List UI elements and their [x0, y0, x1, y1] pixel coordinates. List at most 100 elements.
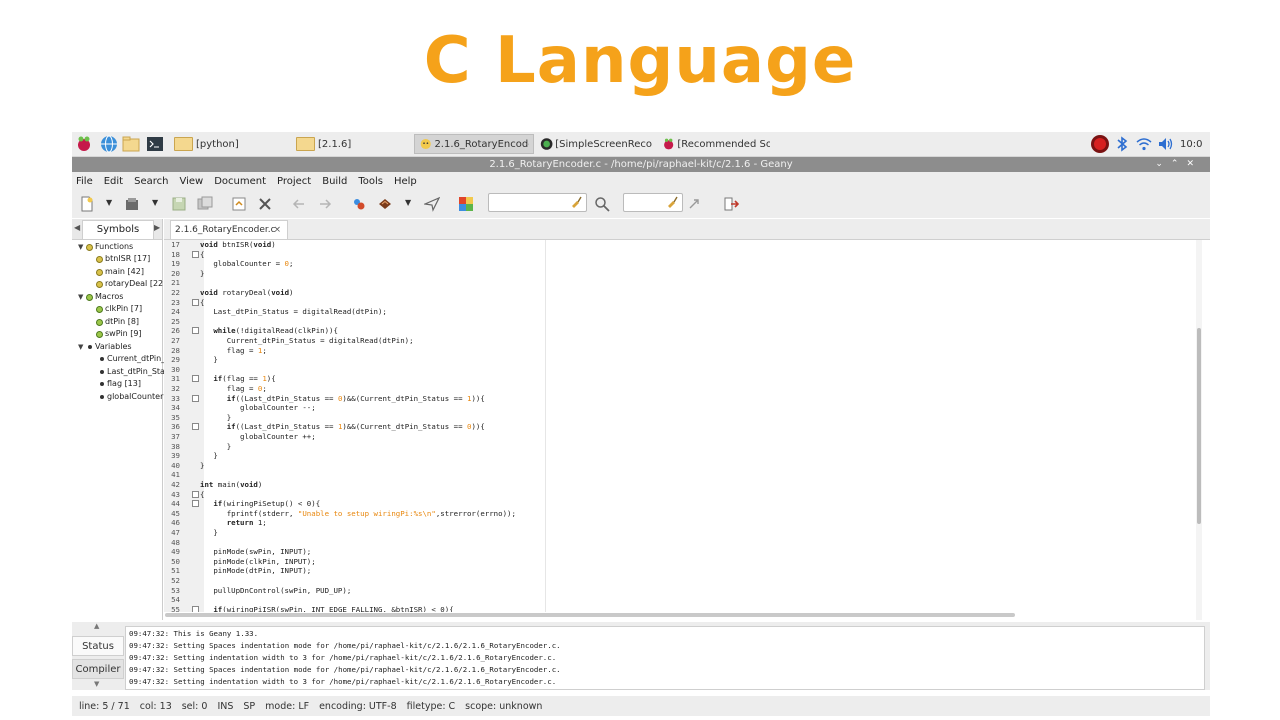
code-line[interactable]: 51 pinMode(dtPin, INPUT);	[164, 566, 1194, 576]
volume-icon[interactable]	[1158, 137, 1174, 151]
task-recommended-software[interactable]: [Recommended Soft...	[658, 134, 774, 154]
fold-marker-icon[interactable]	[192, 394, 199, 402]
minimize-icon[interactable]: ⌄	[1155, 159, 1171, 169]
code-line[interactable]: 41	[164, 470, 1194, 480]
clock[interactable]: 10:0	[1180, 139, 1202, 150]
code-line[interactable]: 36 if((Last_dtPin_Status == 1)&&(Current…	[164, 422, 1194, 432]
code-line[interactable]: 53 pullUpDnControl(swPin, PUD_UP);	[164, 586, 1194, 596]
tab-status[interactable]: Status	[72, 636, 124, 656]
code-line[interactable]: 46 return 1;	[164, 518, 1194, 528]
color-chooser-icon[interactable]	[458, 196, 474, 212]
menu-edit[interactable]: Edit	[104, 176, 123, 187]
new-file-dropdown-icon[interactable]: ▼	[106, 198, 112, 207]
fold-marker-icon[interactable]	[192, 375, 199, 383]
raspberry-menu-icon[interactable]	[75, 135, 93, 153]
code-line[interactable]: 31 if(flag == 1){	[164, 374, 1194, 384]
code-line[interactable]: 37 globalCounter ++;	[164, 432, 1194, 442]
editor-horizontal-scrollbar[interactable]	[165, 613, 1015, 617]
search-input[interactable]	[488, 193, 587, 212]
record-icon[interactable]	[1090, 134, 1110, 154]
code-line[interactable]: 33 if((Last_dtPin_Status == 0)&&(Current…	[164, 394, 1194, 404]
menu-view[interactable]: View	[179, 176, 203, 187]
tab-compiler[interactable]: Compiler	[72, 659, 124, 679]
build-dropdown-icon[interactable]: ▼	[405, 198, 411, 207]
open-file-icon[interactable]	[124, 196, 140, 212]
menu-tools[interactable]: Tools	[358, 176, 383, 187]
tree-item-function[interactable]: rotaryDeal [22	[96, 278, 163, 290]
terminal-icon[interactable]	[146, 135, 164, 153]
forward-icon[interactable]	[317, 196, 333, 212]
code-line[interactable]: 43 {	[164, 490, 1194, 500]
tree-item-variable[interactable]: Last_dtPin_Sta	[98, 366, 165, 378]
code-line[interactable]: 42 int main(void)	[164, 480, 1194, 490]
tab-symbols[interactable]: Symbols	[82, 220, 154, 239]
tree-group-variables[interactable]: ▼ Variables	[78, 341, 132, 353]
window-titlebar[interactable]: 2.1.6_RotaryEncoder.c - /home/pi/raphael…	[72, 157, 1210, 172]
code-line[interactable]: 49 pinMode(swPin, INPUT);	[164, 547, 1194, 557]
code-line[interactable]: 21	[164, 278, 1194, 288]
tab-scroll-left-icon[interactable]: ◀	[74, 223, 80, 232]
clear-brush-icon[interactable]	[570, 196, 582, 208]
code-line[interactable]: 39 }	[164, 451, 1194, 461]
task-python-folder[interactable]: [python]	[170, 134, 280, 154]
fold-marker-icon[interactable]	[192, 250, 199, 258]
code-line[interactable]: 20}	[164, 269, 1194, 279]
menu-search[interactable]: Search	[134, 176, 168, 187]
new-file-icon[interactable]	[79, 196, 95, 212]
code-line[interactable]: 44 if(wiringPiSetup() < 0){	[164, 499, 1194, 509]
menu-project[interactable]: Project	[277, 176, 311, 187]
menu-file[interactable]: File	[76, 176, 93, 187]
task-screen-recorder[interactable]: [SimpleScreenRecord...	[536, 134, 656, 154]
close-tab-icon[interactable]: ×	[273, 221, 281, 240]
tab-scroll-down-icon[interactable]: ▼	[94, 680, 99, 688]
web-browser-icon[interactable]	[100, 135, 118, 153]
code-line[interactable]: 47 }	[164, 528, 1194, 538]
wifi-icon[interactable]	[1136, 137, 1152, 151]
code-line[interactable]: 52	[164, 576, 1194, 586]
tree-item-variable[interactable]: globalCounter	[98, 391, 163, 403]
goto-line-input[interactable]	[623, 193, 683, 212]
tree-item-macro[interactable]: swPin [9]	[96, 328, 142, 340]
build-icon[interactable]	[377, 196, 393, 212]
task-216-folder[interactable]: [2.1.6]	[292, 134, 402, 154]
code-line[interactable]: 30	[164, 365, 1194, 375]
execute-icon[interactable]	[424, 196, 440, 212]
tree-item-variable[interactable]: Current_dtPin_	[98, 353, 165, 365]
save-icon[interactable]	[171, 196, 187, 212]
tree-item-macro[interactable]: clkPin [7]	[96, 303, 142, 315]
revert-icon[interactable]	[231, 196, 247, 212]
compile-icon[interactable]	[351, 196, 367, 212]
code-area[interactable]: 17 void btnISR(void) 18 {19 globalCounter =…	[164, 240, 1194, 612]
save-all-icon[interactable]	[197, 196, 213, 212]
open-file-dropdown-icon[interactable]: ▼	[152, 198, 158, 207]
code-line[interactable]: 45 fprintf(stderr, "Unable to setup wiri…	[164, 509, 1194, 519]
quit-icon[interactable]	[723, 196, 739, 212]
code-line[interactable]: 24 Last_dtPin_Status = digitalRead(dtPin…	[164, 307, 1194, 317]
code-line[interactable]: 29 }	[164, 355, 1194, 365]
tree-group-macros[interactable]: ▼ Macros	[78, 291, 123, 303]
tree-item-function[interactable]: btnISR [17]	[96, 253, 150, 265]
fold-marker-icon[interactable]	[192, 423, 199, 431]
code-line[interactable]: 26 while(!digitalRead(clkPin)){	[164, 326, 1194, 336]
search-icon[interactable]	[594, 196, 610, 212]
status-log[interactable]: 09:47:32: This is Geany 1.33. 09:47:32: S…	[125, 626, 1205, 690]
tab-scroll-right-icon[interactable]: ▶	[154, 223, 160, 232]
tree-item-function[interactable]: main [42]	[96, 266, 144, 278]
file-manager-icon[interactable]	[122, 135, 140, 153]
code-line[interactable]: 25	[164, 317, 1194, 327]
fold-marker-icon[interactable]	[192, 490, 199, 498]
task-geany-window[interactable]: 2.1.6_RotaryEncoder...	[414, 134, 534, 154]
code-line[interactable]: 50 pinMode(clkPin, INPUT);	[164, 557, 1194, 567]
jump-to-line-icon[interactable]	[688, 196, 704, 212]
menu-help[interactable]: Help	[394, 176, 417, 187]
tab-scroll-up-icon[interactable]: ▲	[94, 622, 99, 630]
code-line[interactable]: 18 {	[164, 250, 1194, 260]
tree-item-variable[interactable]: flag [13]	[98, 378, 141, 390]
code-line[interactable]: 38 }	[164, 442, 1194, 452]
code-line[interactable]: 55 if(wiringPiISR(swPin, INT_EDGE_FALLIN…	[164, 605, 1194, 612]
tree-item-macro[interactable]: dtPin [8]	[96, 316, 139, 328]
scrollbar-thumb[interactable]	[1197, 328, 1201, 524]
code-line[interactable]: 22 void rotaryDeal(void)	[164, 288, 1194, 298]
code-line[interactable]: 28 flag = 1;	[164, 346, 1194, 356]
code-line[interactable]: 40}	[164, 461, 1194, 471]
